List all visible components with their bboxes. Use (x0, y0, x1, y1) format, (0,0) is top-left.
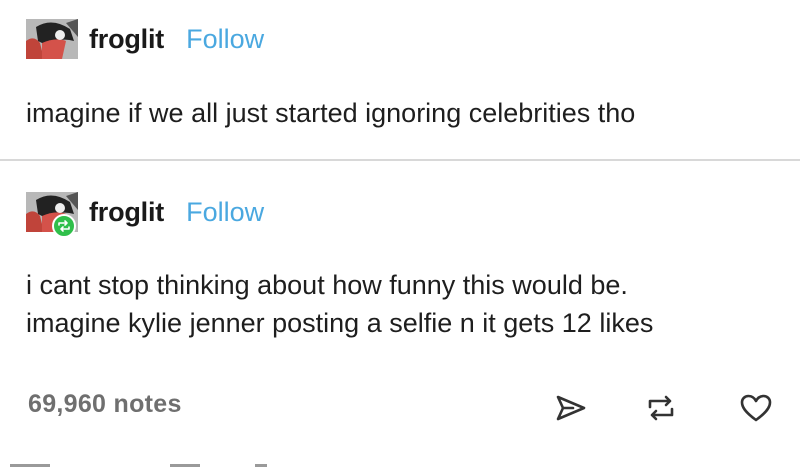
divider (10, 464, 50, 467)
divider (0, 159, 800, 161)
post-header: froglit Follow (26, 192, 264, 238)
follow-button[interactable]: Follow (186, 197, 264, 228)
username[interactable]: froglit (89, 24, 164, 55)
share-button[interactable] (551, 388, 591, 428)
notes-count[interactable]: 69,960 notes (28, 390, 182, 419)
post-text-line: i cant stop thinking about how funny thi… (26, 270, 628, 300)
username[interactable]: froglit (89, 197, 164, 228)
post-text-line: imagine if we all just started ignoring … (26, 98, 636, 128)
reblog-icon (648, 395, 674, 421)
avatar-image (26, 19, 78, 59)
post-text-line: imagine kylie jenner posting a selfie n … (26, 308, 654, 338)
reblog-button[interactable] (641, 388, 681, 428)
reblog-badge-icon (52, 214, 76, 238)
next-post-edge (0, 462, 800, 471)
avatar[interactable] (26, 192, 78, 238)
share-icon (556, 395, 586, 421)
heart-icon (740, 394, 772, 422)
post-header: froglit Follow (26, 19, 264, 59)
post-body: i cant stop thinking about how funny thi… (26, 266, 653, 342)
avatar[interactable] (26, 19, 78, 59)
follow-button[interactable]: Follow (186, 24, 264, 55)
post-body: imagine if we all just started ignoring … (26, 94, 635, 132)
divider (255, 464, 267, 467)
like-button[interactable] (736, 388, 776, 428)
divider (170, 464, 200, 467)
